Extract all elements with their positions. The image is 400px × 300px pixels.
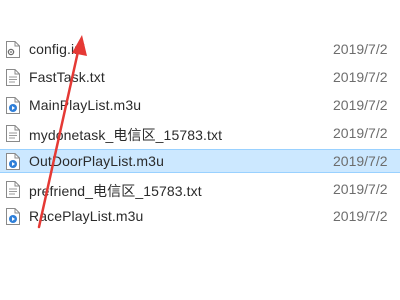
playlist-file-icon [6,153,20,170]
file-date: 2019/7/2 [333,97,388,113]
text-file-icon [6,69,20,86]
settings-file-icon [6,41,20,58]
text-file-icon [6,125,20,142]
file-row-config-ini[interactable]: config.ini 2019/7/2 [0,38,400,62]
file-row-raceplaylist-m3u[interactable]: RacePlayList.m3u 2019/7/2 [0,205,400,229]
file-name: RacePlayList.m3u [29,208,144,224]
playlist-file-icon [6,208,20,225]
file-date: 2019/7/2 [333,125,388,141]
file-list: config.ini 2019/7/2 FastTask.txt 2019/7/… [0,0,400,300]
file-row-fasttask-txt[interactable]: FastTask.txt 2019/7/2 [0,66,400,90]
file-row-outdoorplaylist-m3u[interactable]: OutDoorPlayList.m3u 2019/7/2 [0,149,400,173]
file-name: config.ini [29,41,86,57]
file-row-mydonetask-txt[interactable]: mydonetask_电信区_15783.txt 2019/7/2 [0,122,400,146]
file-date: 2019/7/2 [333,181,388,197]
file-date: 2019/7/2 [333,208,388,224]
file-name: MainPlayList.m3u [29,97,142,113]
file-row-mainplaylist-m3u[interactable]: MainPlayList.m3u 2019/7/2 [0,94,400,118]
file-date: 2019/7/2 [333,69,388,85]
playlist-file-icon [6,97,20,114]
file-name: mydonetask_电信区_15783.txt [29,127,223,143]
file-name: FastTask.txt [29,69,105,85]
file-row-prefriend-txt[interactable]: prefriend_电信区_15783.txt 2019/7/2 [0,178,400,202]
text-file-icon [6,181,20,198]
file-name: prefriend_电信区_15783.txt [29,183,202,199]
file-name: OutDoorPlayList.m3u [29,153,164,169]
file-date: 2019/7/2 [333,153,388,169]
file-date: 2019/7/2 [333,41,388,57]
